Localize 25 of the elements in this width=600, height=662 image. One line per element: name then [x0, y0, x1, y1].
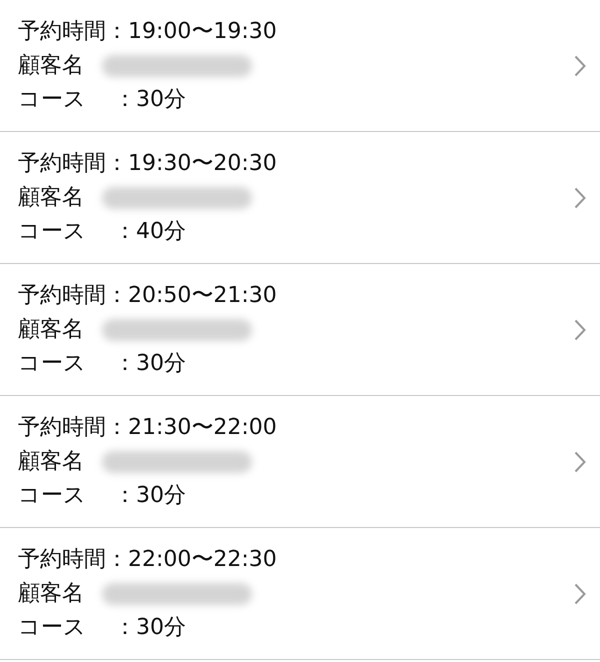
customer-name-label: 顧客名: [18, 316, 85, 344]
course-label: コース: [18, 86, 87, 114]
reservation-time: 予約時間：21:30〜22:00: [18, 414, 277, 442]
course-duration: ：30分: [114, 86, 186, 114]
course-label: コース: [18, 482, 87, 510]
course-duration: ：30分: [114, 614, 186, 642]
chevron-right-icon: [574, 186, 586, 208]
reservation-time: 予約時間：20:50〜21:30: [18, 282, 277, 310]
reservation-time: 予約時間：19:00〜19:30: [18, 18, 277, 46]
chevron-right-icon: [574, 450, 586, 472]
course-duration: ：30分: [114, 350, 186, 378]
reservation-time: 予約時間：19:30〜20:30: [18, 150, 277, 178]
reservation-time: 予約時間：22:00〜22:30: [18, 546, 277, 574]
course-label: コース: [18, 614, 87, 642]
chevron-right-icon: [574, 318, 586, 340]
customer-name-label: 顧客名: [18, 184, 85, 212]
customer-name-label: 顧客名: [18, 448, 85, 476]
course-label: コース: [18, 218, 87, 246]
customer-name-label: 顧客名: [18, 580, 85, 608]
course-label: コース: [18, 350, 87, 378]
chevron-right-icon: [574, 582, 586, 604]
course-duration: ：40分: [114, 218, 186, 246]
customer-name-label: 顧客名: [18, 52, 85, 80]
course-duration: ：30分: [114, 482, 186, 510]
chevron-right-icon: [574, 54, 586, 76]
